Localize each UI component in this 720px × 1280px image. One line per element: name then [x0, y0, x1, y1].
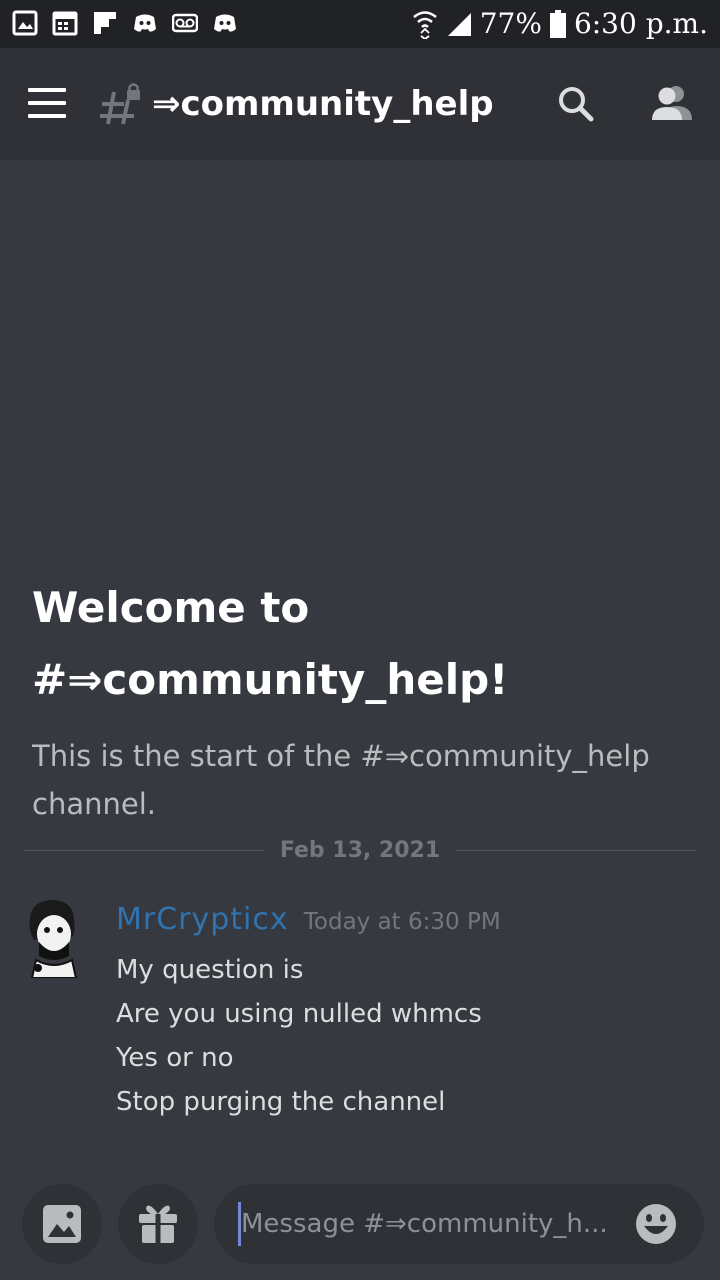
message-line: My question is	[116, 955, 304, 985]
message-composer	[214, 1184, 704, 1264]
battery-icon	[549, 10, 566, 38]
message-timestamp: Today at 6:30 PM	[303, 909, 501, 935]
voicemail-icon	[172, 13, 198, 33]
message-line: Yes or no	[116, 1043, 234, 1073]
members-icon[interactable]	[650, 82, 694, 126]
emoji-icon[interactable]	[634, 1202, 678, 1246]
flipboard-icon	[94, 12, 116, 34]
discord-icon	[214, 14, 236, 32]
wifi-icon	[412, 11, 437, 39]
message-header: MrCrypticx Today at 6:30 PM	[116, 902, 501, 937]
battery-percent: 77%	[479, 7, 542, 40]
gallery-icon	[12, 10, 38, 36]
avatar[interactable]	[22, 898, 84, 978]
system-status: 77% 6:30 p.m.	[412, 6, 708, 42]
clock: 6:30 p.m.	[573, 7, 708, 40]
channel-title: ⇒community_help	[152, 84, 494, 124]
message-line: Stop purging the channel	[116, 1087, 446, 1117]
image-upload-button[interactable]	[22, 1184, 102, 1264]
signal-icon	[447, 13, 471, 36]
message-content: My question is Are you using nulled whmc…	[116, 948, 482, 1124]
gift-button[interactable]	[118, 1184, 198, 1264]
menu-icon[interactable]	[28, 88, 66, 118]
message-author[interactable]: MrCrypticx	[116, 902, 289, 937]
channel-header: ⇒community_help	[0, 48, 720, 160]
search-icon[interactable]	[554, 82, 598, 126]
divider-date: Feb 13, 2021	[263, 838, 457, 863]
notification-icons	[12, 10, 238, 36]
image-upload-icon	[43, 1205, 81, 1243]
calendar-icon	[52, 11, 78, 36]
locked-channel-icon	[100, 83, 140, 125]
welcome-subtitle: This is the start of the #⇒community_hel…	[32, 739, 650, 821]
welcome-title: Welcome to #⇒community_help!	[32, 583, 509, 704]
date-divider: Feb 13, 2021	[24, 836, 696, 866]
message-line: Are you using nulled whmcs	[116, 999, 482, 1029]
gift-icon	[139, 1205, 177, 1243]
status-bar: 77% 6:30 p.m.	[0, 0, 720, 48]
discord-icon	[134, 14, 156, 32]
message-input[interactable]	[238, 1202, 621, 1246]
